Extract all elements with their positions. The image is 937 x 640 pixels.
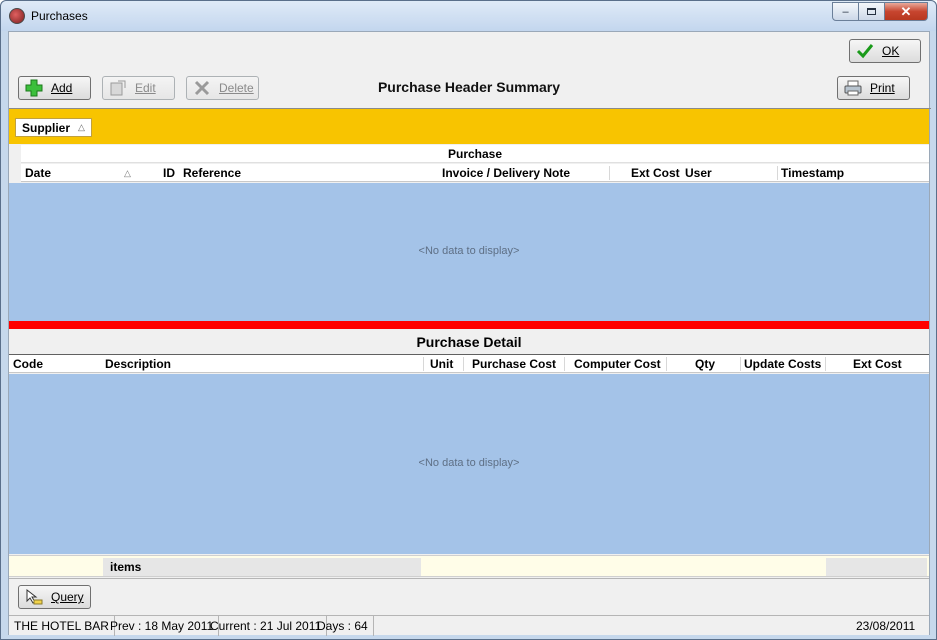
col-separator	[463, 357, 464, 371]
delete-label: Delete	[219, 81, 254, 95]
col-separator	[564, 357, 565, 371]
query-icon	[25, 588, 43, 606]
printer-icon	[844, 79, 862, 97]
minimize-button[interactable]: –	[832, 2, 859, 21]
band-header-purchase: Purchase	[21, 145, 929, 163]
detail-column-row: Code Description Unit Purchase Cost Comp…	[9, 355, 929, 373]
checkmark-icon	[856, 42, 874, 60]
client-area: OK Add Edit Delete Purchase Header Summa…	[8, 31, 931, 636]
col-invoice-delivery-note[interactable]: Invoice / Delivery Note	[442, 164, 570, 182]
maximize-icon	[867, 8, 876, 15]
header-column-row: Date △ ID Reference Invoice / Delivery N…	[21, 164, 929, 182]
separator	[9, 578, 929, 579]
print-button[interactable]: Print	[837, 76, 910, 100]
ok-button[interactable]: OK	[849, 39, 921, 63]
col-description[interactable]: Description	[105, 355, 171, 373]
query-label: Query	[51, 590, 84, 604]
edit-button[interactable]: Edit	[102, 76, 175, 100]
close-button[interactable]: ✕	[884, 2, 928, 21]
col-separator	[666, 357, 667, 371]
col-separator	[609, 166, 610, 180]
group-by-label: Supplier	[22, 120, 71, 135]
col-code[interactable]: Code	[13, 355, 43, 373]
status-current: Current : 21 Jul 2011	[205, 616, 328, 636]
delete-button[interactable]: Delete	[186, 76, 259, 100]
col-date[interactable]: Date	[25, 164, 51, 182]
purchase-detail-title: Purchase Detail	[9, 330, 929, 354]
ok-label: OK	[882, 44, 900, 58]
col-qty[interactable]: Qty	[695, 355, 715, 373]
col-timestamp[interactable]: Timestamp	[781, 164, 844, 182]
col-ext-cost[interactable]: Ext Cost	[631, 164, 680, 182]
section-divider	[9, 321, 929, 329]
add-label: Add	[51, 81, 73, 95]
summary-footer-row: items	[9, 555, 929, 577]
sort-asc-icon: △	[124, 168, 131, 178]
header-data-area[interactable]: <No data to display>	[9, 183, 929, 321]
app-icon	[9, 8, 25, 24]
plus-icon	[25, 79, 43, 97]
col-reference[interactable]: Reference	[183, 164, 241, 182]
sort-asc-icon: △	[78, 122, 85, 132]
purchase-header-grid: Supplier △ Purchase Date △ ID Reference …	[9, 108, 931, 321]
maximize-button[interactable]	[858, 2, 885, 21]
purchases-window: Purchases – ✕ OK Add Edit Delete Purchas…	[0, 0, 937, 640]
ext-cost-footer-cell	[826, 558, 927, 576]
status-venue: THE HOTEL BAR	[9, 616, 115, 636]
status-days: Days : 64	[312, 616, 374, 636]
col-purchase-cost[interactable]: Purchase Cost	[472, 355, 556, 373]
header-summary-title: Purchase Header Summary	[377, 79, 561, 95]
col-unit[interactable]: Unit	[430, 355, 453, 373]
minimize-icon: –	[842, 5, 849, 18]
group-by-panel: Supplier △	[9, 109, 929, 144]
print-label: Print	[870, 81, 895, 95]
items-footer-label: items	[110, 560, 142, 574]
status-bar: THE HOTEL BAR Prev : 18 May 2011 Current…	[9, 615, 929, 636]
delete-x-icon	[193, 79, 211, 97]
col-separator	[777, 166, 778, 180]
col-separator	[825, 357, 826, 371]
detail-data-area[interactable]: <No data to display>	[9, 374, 929, 554]
query-button[interactable]: Query	[18, 585, 91, 609]
empty-message: <No data to display>	[418, 457, 520, 469]
empty-message: <No data to display>	[418, 245, 520, 257]
col-update-costs[interactable]: Update Costs	[744, 355, 821, 373]
col-computer-cost[interactable]: Computer Cost	[574, 355, 661, 373]
window-controls: – ✕	[832, 2, 928, 21]
window-title: Purchases	[31, 9, 88, 23]
purchase-detail-grid: Code Description Unit Purchase Cost Comp…	[9, 354, 929, 578]
close-icon: ✕	[900, 3, 912, 19]
col-ext-cost[interactable]: Ext Cost	[853, 355, 902, 373]
col-user[interactable]: User	[685, 164, 712, 182]
col-separator	[423, 357, 424, 371]
group-by-supplier[interactable]: Supplier △	[15, 118, 92, 137]
status-date: 23/08/2011	[856, 619, 916, 633]
add-button[interactable]: Add	[18, 76, 91, 100]
edit-label: Edit	[135, 81, 156, 95]
title-bar[interactable]: Purchases – ✕	[1, 1, 936, 31]
items-footer-cell	[103, 558, 421, 576]
status-prev: Prev : 18 May 2011	[105, 616, 220, 636]
col-id[interactable]: ID	[163, 164, 175, 182]
edit-icon	[109, 79, 127, 97]
col-separator	[740, 357, 741, 371]
